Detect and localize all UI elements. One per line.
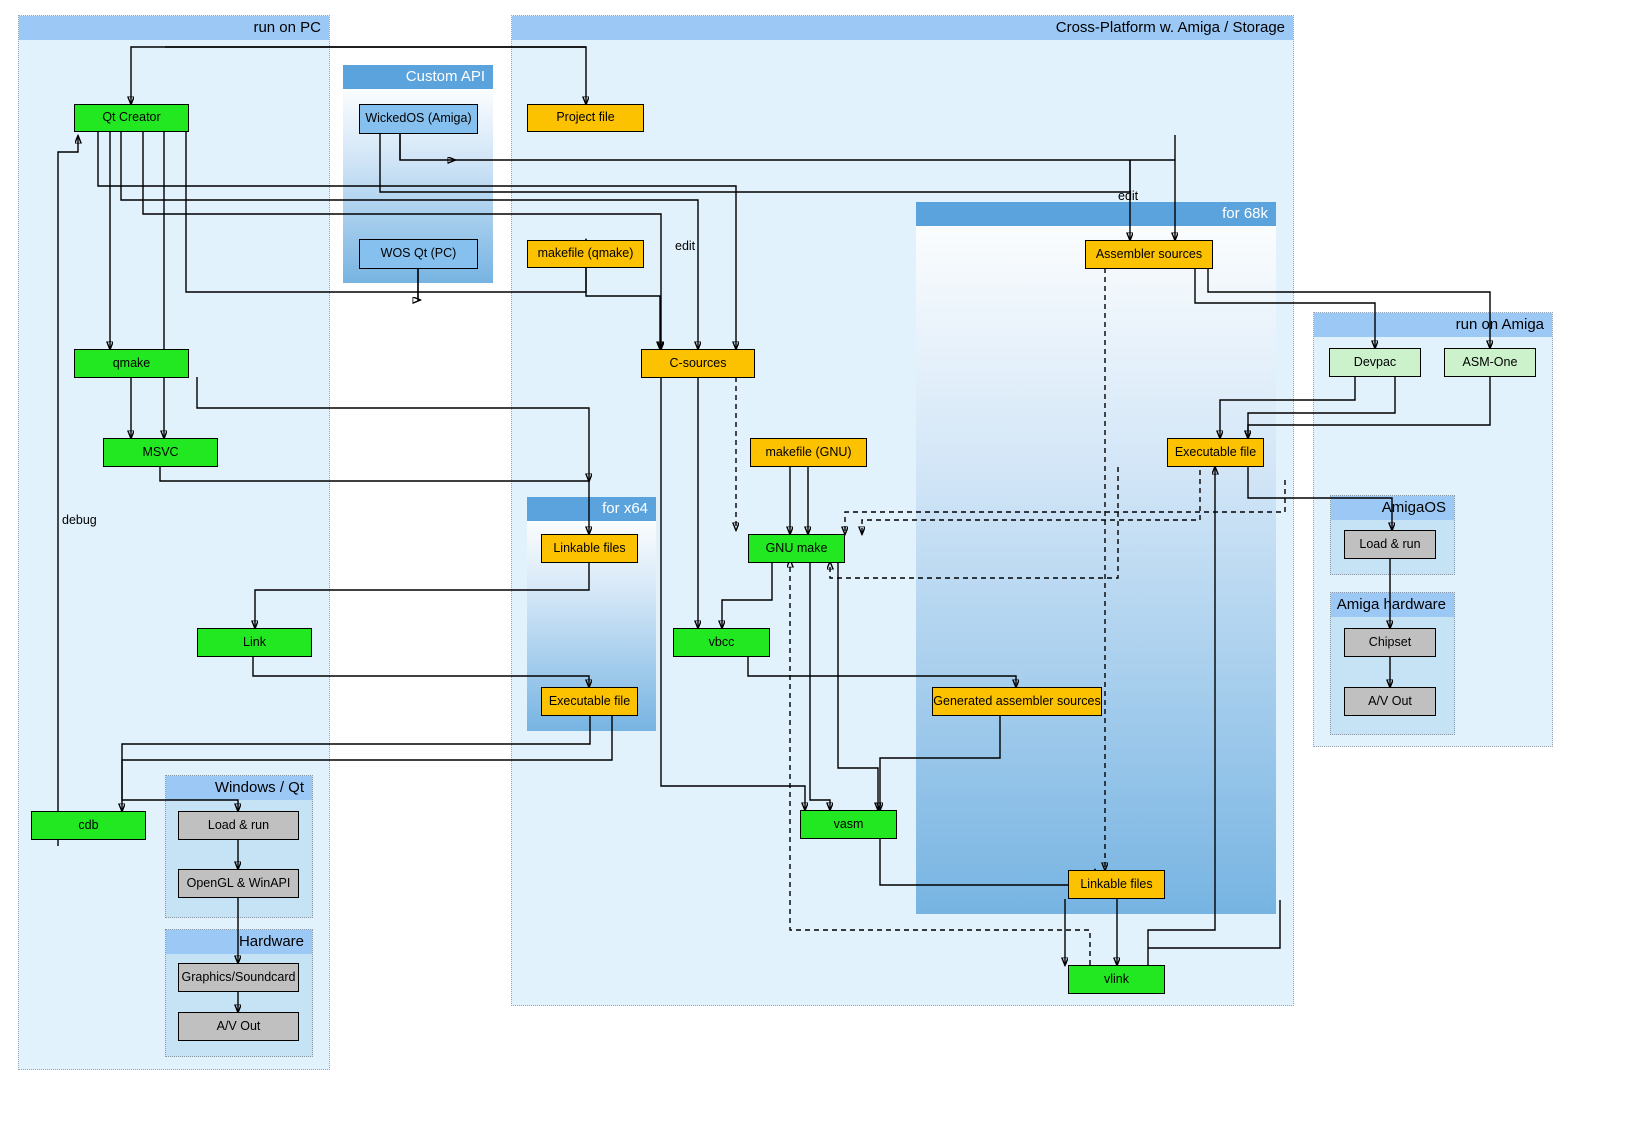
node-wos-qt-pc[interactable]: WOS Qt (PC) xyxy=(359,239,478,269)
subgroup-amiga-hardware-title: Amiga hardware xyxy=(1331,593,1454,617)
subgroup-hardware-title: Hardware xyxy=(166,930,312,954)
node-cdb[interactable]: cdb xyxy=(31,811,146,840)
panel-for-x64-title: for x64 xyxy=(527,497,656,521)
node-wos-qt-pc-label: WOS Qt (PC) xyxy=(380,246,457,261)
node-av-out-amiga[interactable]: A/V Out xyxy=(1344,687,1436,716)
node-generated-assembler-sources[interactable]: Generated assembler sources xyxy=(932,687,1102,716)
node-msvc[interactable]: MSVC xyxy=(103,438,218,467)
node-asm-one[interactable]: ASM-One xyxy=(1444,348,1536,377)
node-qmake[interactable]: qmake xyxy=(74,349,189,378)
node-executable-file-amiga-label: Executable file xyxy=(1174,444,1257,459)
node-qt-creator[interactable]: Qt Creator xyxy=(74,104,189,132)
node-linkable-files-68k-label: Linkable files xyxy=(1080,876,1153,891)
node-makefile-gnu[interactable]: makefile (GNU) xyxy=(750,438,867,467)
node-av-out-windows-label: A/V Out xyxy=(216,1018,261,1033)
node-av-out-amiga-label: A/V Out xyxy=(1368,693,1412,708)
subgroup-windows-qt-title: Windows / Qt xyxy=(166,776,312,800)
node-project-file[interactable]: Project file xyxy=(527,104,644,132)
node-graphics-soundcard[interactable]: Graphics/Soundcard xyxy=(178,963,299,992)
lane-run-on-amiga-title: run on Amiga xyxy=(1314,313,1552,337)
node-gnu-make-label: GNU make xyxy=(765,540,828,555)
node-makefile-gnu-label: makefile (GNU) xyxy=(765,444,852,459)
lane-run-on-pc-title: run on PC xyxy=(19,16,329,40)
node-linkable-files-68k[interactable]: Linkable files xyxy=(1068,870,1165,899)
node-vasm[interactable]: vasm xyxy=(800,810,897,839)
node-linkable-files-x64[interactable]: Linkable files xyxy=(541,534,638,563)
node-graphics-soundcard-label: Graphics/Soundcard xyxy=(181,969,296,984)
node-assembler-sources-label: Assembler sources xyxy=(1095,246,1203,261)
node-executable-file-x64[interactable]: Executable file xyxy=(541,687,638,716)
node-load-run-windows[interactable]: Load & run xyxy=(178,811,299,840)
node-wickedos-label: WickedOS (Amiga) xyxy=(365,111,472,126)
subgroup-amigaos-title: AmigaOS xyxy=(1331,496,1454,520)
node-linkable-files-x64-label: Linkable files xyxy=(553,540,626,555)
node-av-out-windows[interactable]: A/V Out xyxy=(178,1012,299,1041)
node-asm-one-label: ASM-One xyxy=(1462,354,1518,369)
node-qmake-label: qmake xyxy=(112,355,151,370)
node-devpac[interactable]: Devpac xyxy=(1329,348,1421,377)
node-vlink[interactable]: vlink xyxy=(1068,965,1165,994)
node-vlink-label: vlink xyxy=(1103,971,1129,986)
node-c-sources-label: C-sources xyxy=(669,355,727,370)
node-c-sources[interactable]: C-sources xyxy=(641,349,755,378)
panel-for-68k: for 68k xyxy=(916,202,1276,914)
node-link-label: Link xyxy=(243,634,266,649)
node-opengl-winapi-label: OpenGL & WinAPI xyxy=(186,875,291,890)
node-qt-creator-label: Qt Creator xyxy=(102,110,161,125)
node-load-run-amiga[interactable]: Load & run xyxy=(1344,530,1436,559)
node-project-file-label: Project file xyxy=(556,110,615,125)
node-vbcc-label: vbcc xyxy=(708,634,735,649)
lane-cross-platform-title: Cross-Platform w. Amiga / Storage xyxy=(512,16,1293,40)
node-devpac-label: Devpac xyxy=(1353,354,1397,369)
node-link[interactable]: Link xyxy=(197,628,312,657)
node-makefile-qmake[interactable]: makefile (qmake) xyxy=(527,240,644,268)
node-executable-file-x64-label: Executable file xyxy=(548,693,631,708)
node-msvc-label: MSVC xyxy=(142,444,179,459)
node-chipset-label: Chipset xyxy=(1368,634,1412,649)
diagram-canvas: run on PC Cross-Platform w. Amiga / Stor… xyxy=(0,0,1628,1127)
node-wickedos[interactable]: WickedOS (Amiga) xyxy=(359,104,478,134)
node-chipset[interactable]: Chipset xyxy=(1344,628,1436,657)
node-assembler-sources[interactable]: Assembler sources xyxy=(1085,240,1213,269)
panel-for-68k-body xyxy=(916,226,1276,914)
node-generated-assembler-sources-label: Generated assembler sources xyxy=(933,693,1101,708)
node-load-run-windows-label: Load & run xyxy=(207,817,270,832)
node-load-run-amiga-label: Load & run xyxy=(1359,536,1421,551)
edge-label-edit-right: edit xyxy=(1118,189,1139,203)
panel-for-68k-title: for 68k xyxy=(916,202,1276,226)
node-vasm-label: vasm xyxy=(833,816,864,831)
panel-custom-api-title: Custom API xyxy=(343,65,493,89)
node-vbcc[interactable]: vbcc xyxy=(673,628,770,657)
edge-label-edit-center: edit xyxy=(675,239,696,253)
node-opengl-winapi[interactable]: OpenGL & WinAPI xyxy=(178,869,299,898)
node-cdb-label: cdb xyxy=(78,817,99,832)
edge-label-debug: debug xyxy=(62,513,97,527)
node-gnu-make[interactable]: GNU make xyxy=(748,534,845,563)
node-makefile-qmake-label: makefile (qmake) xyxy=(537,246,634,261)
node-executable-file-amiga[interactable]: Executable file xyxy=(1167,438,1264,467)
